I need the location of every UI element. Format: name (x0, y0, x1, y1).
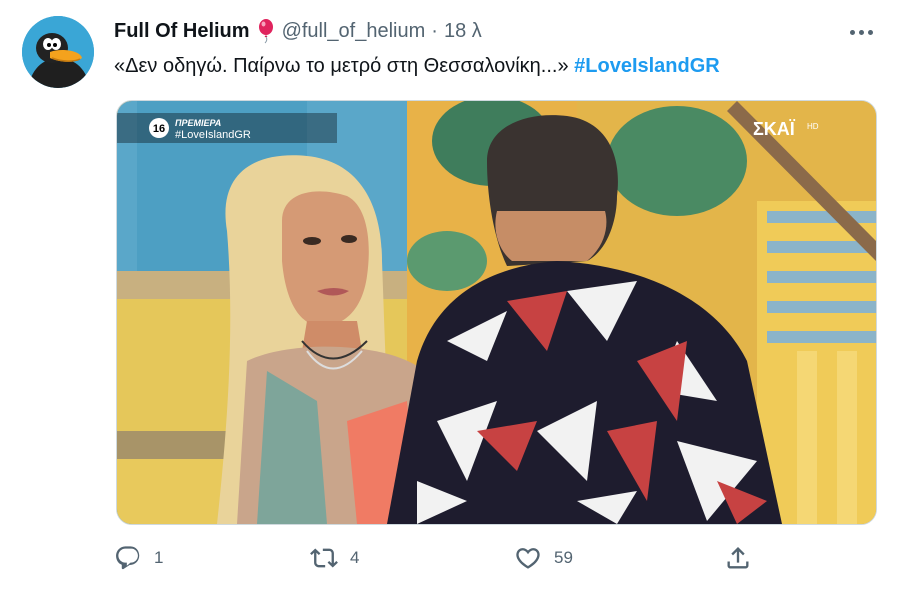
user-handle[interactable]: @full_of_helium (282, 20, 426, 43)
share-button[interactable] (724, 538, 752, 578)
like-button[interactable]: 59 (514, 538, 573, 578)
reply-icon (116, 546, 140, 570)
separator-dot: · (431, 19, 438, 42)
heart-icon (516, 548, 540, 569)
tweet-header: Full Of Helium @full_of_helium · 18 λ (114, 18, 482, 44)
tweet-text: «Δεν οδηγώ. Παίρνω το μετρό στη Θεσσαλον… (114, 55, 720, 78)
more-dot (858, 29, 864, 35)
display-name[interactable]: Full Of Helium (114, 20, 250, 43)
red-balloon-icon (256, 18, 276, 44)
overlay-hashtag: #LoveIslandGR (175, 129, 251, 141)
more-options-icon[interactable] (846, 22, 876, 42)
channel-logo: ΣΚΑΪ (753, 119, 796, 139)
hashtag-link[interactable]: #LoveIslandGR (574, 55, 720, 77)
more-dot (849, 29, 855, 35)
retweet-button[interactable]: 4 (310, 538, 359, 578)
tweet-actions: 1 4 59 (114, 538, 874, 578)
reply-count: 1 (154, 548, 164, 567)
retweet-count: 4 (350, 548, 360, 567)
channel-logo-suffix: HD (807, 122, 819, 131)
tweet-text-body: «Δεν οδηγώ. Παίρνω το μετρό στη Θεσσαλον… (114, 55, 575, 77)
like-count: 59 (554, 548, 573, 567)
premiere-label: ΠΡΕΜΙΕΡΑ (175, 118, 221, 128)
daffy-duck-avatar-image (22, 16, 94, 88)
age-rating: 16 (153, 123, 165, 135)
tweet-media[interactable]: 16 ΠΡΕΜΙΕΡΑ #LoveIslandGR ΣΚΑΪ HD (116, 100, 877, 525)
avatar[interactable] (22, 16, 94, 88)
more-dot (867, 29, 873, 35)
retweet-icon (310, 548, 338, 568)
share-icon (727, 547, 749, 569)
reply-button[interactable]: 1 (114, 538, 163, 578)
tweet-timestamp[interactable]: 18 λ (444, 20, 482, 43)
tv-screenshot-image: 16 ΠΡΕΜΙΕΡΑ #LoveIslandGR ΣΚΑΪ HD (117, 101, 876, 524)
